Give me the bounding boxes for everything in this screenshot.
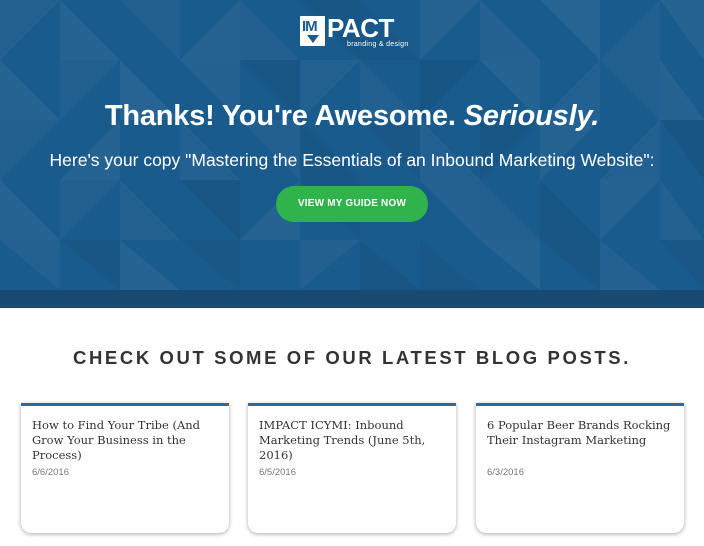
headline-main: Thanks! You're Awesome. xyxy=(104,100,464,132)
view-guide-button[interactable]: VIEW MY GUIDE NOW xyxy=(276,186,428,222)
page-subheadline: Here's your copy "Mastering the Essentia… xyxy=(49,150,655,170)
logo-mark-text: IM xyxy=(302,18,318,35)
blog-post-title[interactable]: 6 Popular Beer Brands Rocking Their Inst… xyxy=(487,418,679,448)
blog-post-card[interactable]: 6 Popular Beer Brands Rocking Their Inst… xyxy=(476,403,684,533)
hero-banner: IM PACT branding & design Thanks! You're… xyxy=(0,0,704,290)
hero-bottom-band xyxy=(0,290,704,308)
impact-logo[interactable]: IM PACT branding & design xyxy=(300,13,408,50)
logo-wordmark: PACT xyxy=(327,13,394,43)
logo-mark-icon: IM xyxy=(300,16,325,46)
blog-post-title[interactable]: How to Find Your Tribe (And Grow Your Bu… xyxy=(32,418,224,463)
blog-post-card[interactable]: How to Find Your Tribe (And Grow Your Bu… xyxy=(21,403,229,533)
logo-tagline: branding & design xyxy=(347,41,409,48)
blog-post-card[interactable]: IMPACT ICYMI: Inbound Marketing Trends (… xyxy=(248,403,456,533)
page-headline: Thanks! You're Awesome. Seriously. xyxy=(0,100,704,133)
headline-emphasis: Seriously. xyxy=(463,100,600,132)
blog-post-title[interactable]: IMPACT ICYMI: Inbound Marketing Trends (… xyxy=(259,418,451,463)
blog-section-heading: CHECK OUT SOME OF OUR LATEST BLOG POSTS. xyxy=(73,347,631,368)
blog-post-date: 6/6/2016 xyxy=(32,467,69,478)
blog-post-date: 6/5/2016 xyxy=(259,467,296,478)
blog-post-date: 6/3/2016 xyxy=(487,467,524,478)
down-arrow-icon xyxy=(307,35,319,43)
